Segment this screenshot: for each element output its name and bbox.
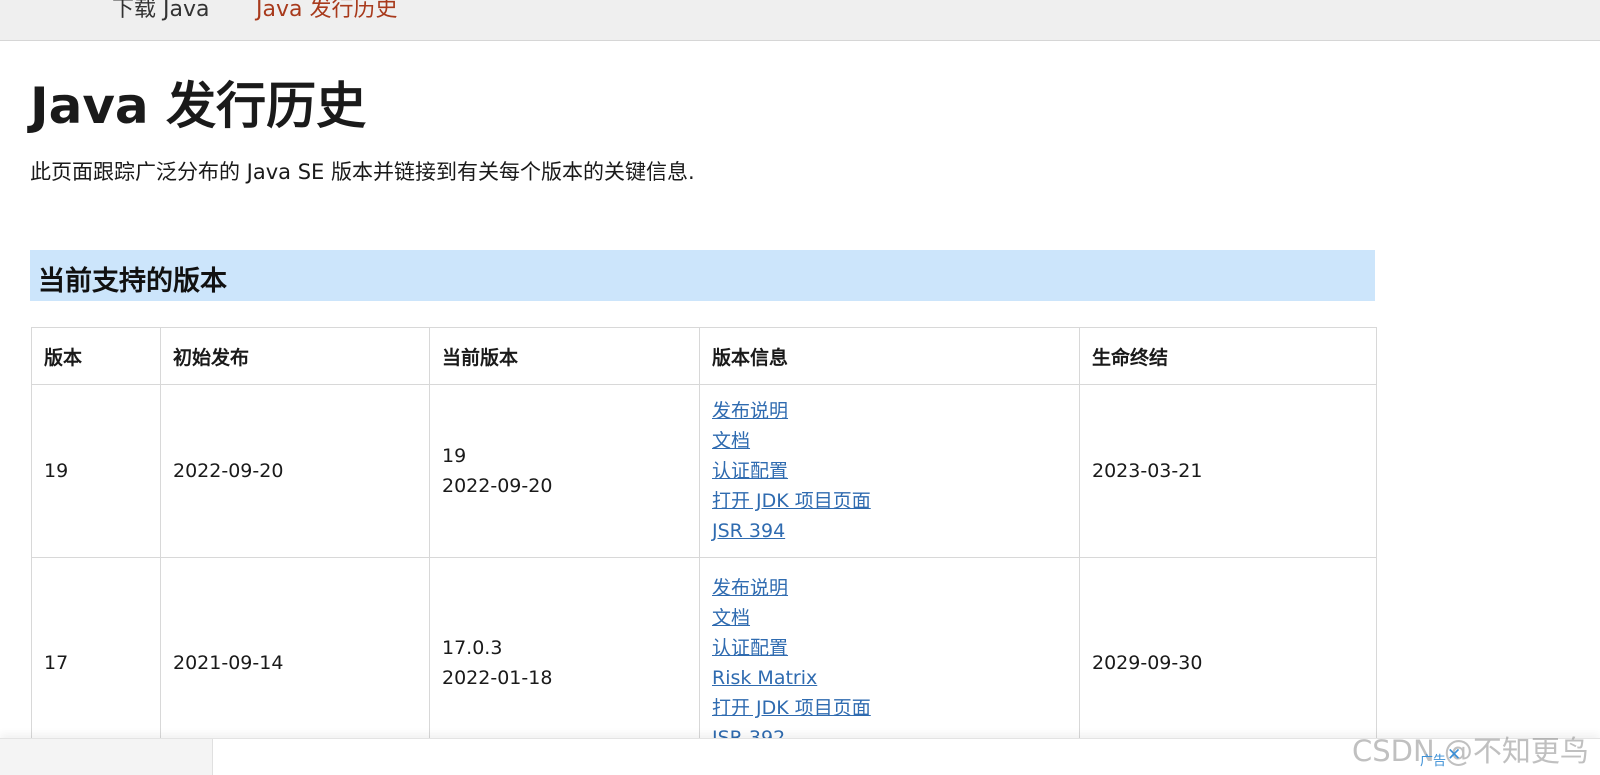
header-release-info: 版本信息 <box>699 327 1080 385</box>
cell-current-version: 17.0.3 2022-01-18 <box>429 557 700 769</box>
link-release-notes[interactable]: 发布说明 <box>712 396 1067 426</box>
page-title: Java 发行历史 <box>30 77 367 135</box>
link-certified-configurations[interactable]: 认证配置 <box>712 633 1067 663</box>
cell-release-info: 发布说明 文档 认证配置 打开 JDK 项目页面 JSR 394 <box>699 384 1080 558</box>
table-header-row: 版本 初始发布 当前版本 版本信息 生命终结 <box>31 327 1377 385</box>
current-version-number: 17.0.3 <box>442 637 503 659</box>
cell-release-info: 发布说明 文档 认证配置 Risk Matrix 打开 JDK 项目页面 JSR… <box>699 557 1080 769</box>
cell-version: 17 <box>31 557 161 769</box>
versions-table: 版本 初始发布 当前版本 版本信息 生命终结 19 2022-09-20 19 … <box>31 327 1377 769</box>
link-documentation[interactable]: 文档 <box>712 603 1067 633</box>
csdn-watermark: CSDN @不知更鸟 <box>1352 734 1589 768</box>
footer-left-panel <box>0 739 213 775</box>
table-row: 17 2021-09-14 17.0.3 2022-01-18 发布说明 文档 … <box>31 557 1377 769</box>
cell-initial-release: 2021-09-14 <box>160 557 430 769</box>
cell-initial-release: 2022-09-20 <box>160 384 430 558</box>
current-version-number: 19 <box>442 445 467 467</box>
cell-end-of-life: 2029-09-30 <box>1079 557 1377 769</box>
link-openjdk-project-page[interactable]: 打开 JDK 项目页面 <box>712 693 1067 723</box>
current-version-date: 2022-01-18 <box>442 667 553 689</box>
ad-label[interactable]: 广告 <box>1420 750 1446 769</box>
header-initial-release: 初始发布 <box>160 327 430 385</box>
link-jsr[interactable]: JSR 394 <box>712 516 1067 546</box>
header-version: 版本 <box>31 327 161 385</box>
header-end-of-life: 生命终结 <box>1079 327 1377 385</box>
header-current-version: 当前版本 <box>429 327 700 385</box>
table-row: 19 2022-09-20 19 2022-09-20 发布说明 文档 认证配置… <box>31 384 1377 558</box>
cell-end-of-life: 2023-03-21 <box>1079 384 1377 558</box>
section-heading-supported-versions: 当前支持的版本 <box>30 250 1375 301</box>
link-documentation[interactable]: 文档 <box>712 426 1067 456</box>
page-intro: 此页面跟踪广泛分布的 Java SE 版本并链接到有关每个版本的关键信息. <box>30 160 695 184</box>
top-navigation: 下载 Java Java 发行历史 <box>0 0 1600 41</box>
close-icon[interactable]: ✕ <box>1447 745 1461 765</box>
nav-link-download-java[interactable]: 下载 Java <box>112 0 209 23</box>
link-risk-matrix[interactable]: Risk Matrix <box>712 663 1067 693</box>
current-version-date: 2022-09-20 <box>442 475 553 497</box>
nav-link-release-history[interactable]: Java 发行历史 <box>256 0 397 23</box>
link-openjdk-project-page[interactable]: 打开 JDK 项目页面 <box>712 486 1067 516</box>
link-release-notes[interactable]: 发布说明 <box>712 573 1067 603</box>
cell-version: 19 <box>31 384 161 558</box>
link-certified-configurations[interactable]: 认证配置 <box>712 456 1067 486</box>
cell-current-version: 19 2022-09-20 <box>429 384 700 558</box>
